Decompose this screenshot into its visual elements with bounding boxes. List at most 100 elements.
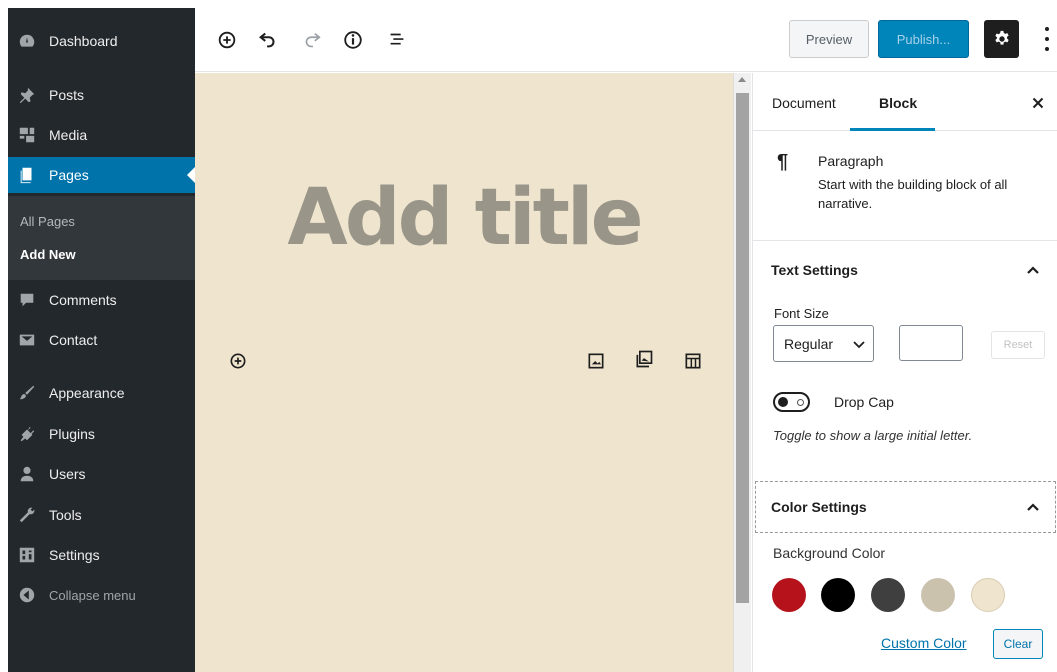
- comment-icon: [18, 291, 36, 309]
- color-swatch[interactable]: [921, 578, 955, 612]
- chevron-up-icon: [1027, 503, 1039, 511]
- pages-submenu: All Pages Add New: [8, 196, 195, 280]
- submenu-add-new[interactable]: Add New: [20, 247, 76, 262]
- block-title: Paragraph: [818, 153, 884, 169]
- chevron-down-icon: [853, 341, 865, 349]
- mail-icon: [18, 331, 36, 349]
- image-icon: [588, 353, 604, 369]
- redo-icon: [305, 32, 321, 48]
- gear-icon: [994, 30, 1009, 45]
- clear-color-button[interactable]: Clear: [993, 629, 1043, 659]
- settings-icon: [18, 546, 36, 564]
- tab-document[interactable]: Document: [772, 95, 836, 111]
- chevron-up-icon: [1027, 266, 1039, 274]
- font-size-reset-button[interactable]: Reset: [991, 331, 1045, 359]
- toggle-knob: [778, 397, 788, 407]
- drop-cap-label: Drop Cap: [834, 394, 894, 410]
- media-icon: [18, 126, 36, 144]
- more-options-button[interactable]: [1040, 24, 1054, 54]
- color-swatch[interactable]: [871, 578, 905, 612]
- post-title-placeholder[interactable]: Add title: [195, 173, 733, 263]
- toggle-off-indicator: [797, 399, 804, 406]
- custom-color-link[interactable]: Custom Color: [881, 635, 967, 651]
- collapse-arrow-icon: [18, 586, 36, 604]
- sidebar-item-label: Dashboard: [49, 33, 118, 49]
- tab-block[interactable]: Block: [879, 95, 917, 111]
- table-icon: [685, 353, 701, 369]
- plugin-icon: [18, 425, 36, 443]
- sidebar-item-label: Contact: [49, 332, 98, 348]
- page-icon: [18, 166, 36, 184]
- gallery-icon: [636, 350, 653, 368]
- paintbrush-icon: [18, 384, 36, 402]
- sidebar-item-contact[interactable]: Contact: [8, 322, 195, 358]
- insert-gallery-button[interactable]: [633, 348, 655, 370]
- info-icon: [344, 31, 362, 49]
- sidebar-item-comments[interactable]: Comments: [8, 282, 195, 318]
- redo-button[interactable]: [299, 27, 325, 53]
- color-swatch[interactable]: [821, 578, 855, 612]
- admin-sidebar: Dashboard Posts Media Pages All Pages Ad…: [8, 8, 195, 672]
- sidebar-item-label: Posts: [49, 87, 85, 103]
- sidebar-item-plugins[interactable]: Plugins: [8, 416, 195, 452]
- editor-scrollbar[interactable]: [733, 73, 751, 672]
- sidebar-item-label: Settings: [49, 547, 100, 563]
- dashboard-icon: [18, 32, 36, 50]
- drop-cap-toggle[interactable]: [773, 392, 810, 412]
- collapse-menu-label: Collapse menu: [49, 587, 136, 603]
- sidebar-item-posts[interactable]: Posts: [8, 77, 195, 113]
- sidebar-item-label: Appearance: [49, 385, 125, 401]
- sidebar-item-label: Comments: [49, 292, 117, 308]
- info-button[interactable]: [340, 27, 366, 53]
- add-block-icon: [218, 31, 236, 49]
- more-vertical-icon: [1045, 27, 1049, 31]
- custom-font-size-input[interactable]: [899, 325, 963, 361]
- undo-button[interactable]: [255, 27, 281, 53]
- paragraph-icon: ¶: [777, 151, 789, 173]
- publish-button[interactable]: Publish...: [878, 20, 969, 58]
- sidebar-item-media[interactable]: Media: [8, 117, 195, 153]
- more-dot: [1045, 47, 1049, 51]
- block-card: ¶ Paragraph Start with the building bloc…: [753, 131, 1057, 241]
- block-description: Start with the building block of all nar…: [818, 177, 1008, 211]
- more-dot: [1045, 37, 1049, 41]
- outline-button[interactable]: [384, 27, 410, 53]
- sidebar-item-appearance[interactable]: Appearance: [8, 375, 195, 411]
- settings-toggle-button[interactable]: [984, 20, 1019, 58]
- user-icon: [18, 465, 36, 483]
- undo-icon: [259, 32, 275, 48]
- add-block-icon: [230, 353, 246, 369]
- text-settings-heading: Text Settings: [771, 262, 858, 278]
- sidebar-item-users[interactable]: Users: [8, 456, 195, 492]
- preview-button[interactable]: Preview: [789, 20, 869, 58]
- sidebar-item-settings[interactable]: Settings: [8, 537, 195, 573]
- font-size-select[interactable]: Regular: [773, 325, 874, 362]
- color-settings-heading: Color Settings: [771, 499, 867, 515]
- text-settings-toggle[interactable]: Text Settings: [753, 248, 1057, 292]
- settings-sidebar: Document Block ¶ Paragraph Start with th…: [752, 73, 1057, 672]
- sidebar-item-label: Plugins: [49, 426, 95, 442]
- font-size-value: Regular: [784, 335, 834, 352]
- insert-table-button[interactable]: [682, 350, 704, 372]
- inline-add-block-button[interactable]: [227, 350, 249, 372]
- sidebar-item-tools[interactable]: Tools: [8, 497, 195, 533]
- add-block-button[interactable]: [214, 27, 240, 53]
- color-swatch[interactable]: [772, 578, 806, 612]
- close-icon[interactable]: [1029, 94, 1047, 112]
- scroll-up-arrow-icon[interactable]: [738, 77, 746, 82]
- editor-toolbar: Preview Publish...: [195, 8, 1057, 72]
- editor-canvas[interactable]: Add title: [195, 73, 733, 672]
- insert-image-button[interactable]: [585, 350, 607, 372]
- submenu-all-pages[interactable]: All Pages: [20, 214, 75, 229]
- sidebar-item-pages[interactable]: Pages: [8, 157, 195, 193]
- background-color-label: Background Color: [773, 545, 886, 561]
- scrollbar-thumb[interactable]: [736, 93, 749, 603]
- sidebar-item-dashboard[interactable]: Dashboard: [8, 23, 195, 59]
- collapse-menu-button[interactable]: Collapse menu: [8, 577, 195, 613]
- pin-icon: [18, 86, 36, 104]
- color-settings-toggle[interactable]: Color Settings: [753, 485, 1057, 529]
- sidebar-item-label: Tools: [49, 507, 82, 523]
- wrench-icon: [18, 506, 36, 524]
- color-swatch[interactable]: [971, 578, 1005, 612]
- drop-cap-help-text: Toggle to show a large initial letter.: [773, 428, 973, 443]
